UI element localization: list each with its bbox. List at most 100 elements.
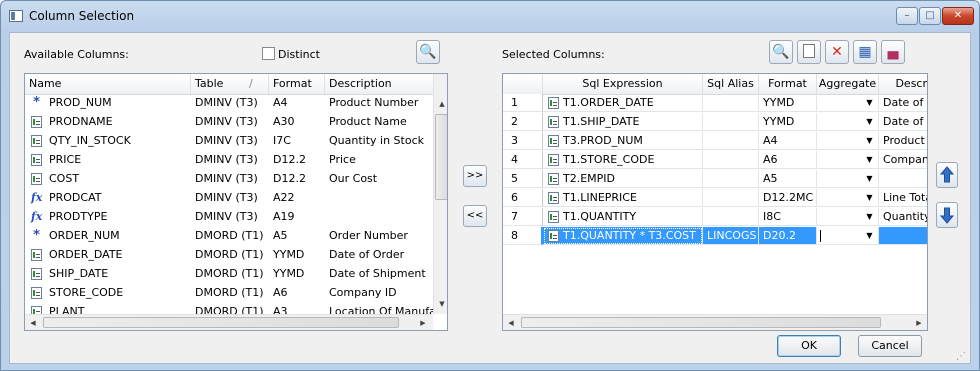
cell-description[interactable]: Date of Order [879,94,927,112]
cell-sql-expression[interactable]: T1.QUANTITY [543,208,703,226]
scroll-down-icon[interactable]: ▼ [434,296,447,312]
cell-sql-alias[interactable] [703,132,759,150]
grid-properties-button[interactable]: ▦ [853,40,877,64]
cell-aggregate[interactable]: ▼ [817,94,879,112]
cell-sql-alias[interactable] [703,113,759,131]
cell-format[interactable]: D20.2 [759,227,817,245]
col-header-name[interactable]: Name [25,74,191,94]
table-row[interactable]: * PROD_NUM DMINV (T3) A4 Product Number [25,94,433,112]
table-row[interactable]: PRODNAME DMINV (T3) A30 Product Name [25,113,433,131]
col-header-format[interactable]: Format [269,74,325,94]
col-header-sql-alias[interactable]: Sql Alias [703,74,759,94]
col-header-description[interactable]: Descr [879,74,927,94]
scroll-left-icon[interactable]: ◀ [503,315,519,330]
scroll-left-icon[interactable]: ◀ [25,315,41,330]
cell-sql-expression[interactable]: T1.ORDER_DATE [543,94,703,112]
scroll-up-icon[interactable]: ▲ [434,96,447,112]
dropdown-arrow-icon[interactable]: ▼ [863,96,876,110]
cell-description[interactable]: Quantity [879,208,927,226]
add-columns-button[interactable]: >> [463,165,487,187]
table-row[interactable]: ORDER_DATE DMORD (T1) YYMD Date of Order [25,246,433,264]
scroll-right-icon[interactable]: ▶ [415,315,431,330]
cell-sql-expression[interactable]: T1.LINEPRICE [543,189,703,207]
dropdown-arrow-icon[interactable]: ▼ [863,134,876,148]
dropdown-arrow-icon[interactable]: ▼ [863,210,876,224]
cell-sql-alias[interactable] [703,208,759,226]
cell-format[interactable]: A6 [759,151,817,169]
dropdown-arrow-icon[interactable]: ▼ [863,191,876,205]
maximize-button[interactable]: □ [919,7,941,25]
distinct-checkbox[interactable]: Distinct [262,47,320,61]
table-row[interactable]: fx PRODCAT DMINV (T3) A22 [25,189,433,207]
right-hscroll-thumb[interactable] [521,317,881,328]
cell-sql-alias[interactable] [703,170,759,188]
table-row[interactable]: 4 T1.STORE_CODE A6 ▼Company ID [503,151,927,169]
cell-description[interactable]: Company ID [879,151,927,169]
move-up-button[interactable] [936,162,958,188]
resize-grip-icon[interactable]: ⋰ [956,351,968,363]
close-button[interactable]: ✕ [942,7,974,25]
dropdown-arrow-icon[interactable]: ▼ [863,229,876,243]
title-bar[interactable]: Column Selection – □ ✕ [1,1,979,31]
minimize-button[interactable]: – [896,7,918,25]
cell-sql-expression[interactable]: T1.QUANTITY * T3.COST [543,227,703,245]
cell-aggregate[interactable]: ▼ [817,189,879,207]
table-row[interactable]: COST DMINV (T3) D12.2 Our Cost [25,170,433,188]
table-row[interactable]: 1 T1.ORDER_DATE YYMD ▼Date of Order [503,94,927,112]
chart-button[interactable]: ▄ [881,40,905,64]
cell-sql-alias[interactable]: LINCOGS [703,227,759,245]
dropdown-arrow-icon[interactable]: ▼ [863,115,876,129]
table-row[interactable]: PRICE DMINV (T3) D12.2 Price [25,151,433,169]
ok-button[interactable]: OK [777,335,841,357]
cell-format[interactable]: YYMD [759,113,817,131]
cell-format[interactable]: A4 [759,132,817,150]
col-header-format[interactable]: Format [759,74,817,94]
cell-description[interactable]: Date of Shipment [879,113,927,131]
find-button-right[interactable]: 🔍 [769,40,793,64]
table-row[interactable]: * ORDER_NUM DMORD (T1) A5 Order Number [25,227,433,245]
col-header-description[interactable]: Description [325,74,433,94]
cell-sql-alias[interactable] [703,189,759,207]
cell-sql-alias[interactable] [703,151,759,169]
table-row[interactable]: QTY_IN_STOCK DMINV (T3) I7C Quantity in Sto… [25,132,433,150]
table-row[interactable]: 6 T1.LINEPRICE D12.2MC ▼Line Total [503,189,927,207]
cell-sql-expression[interactable]: T1.SHIP_DATE [543,113,703,131]
left-hscroll-thumb[interactable] [43,317,399,328]
dropdown-arrow-icon[interactable]: ▼ [863,153,876,167]
cell-aggregate[interactable]: ▼ [817,151,879,169]
dropdown-arrow-icon[interactable]: ▼ [863,172,876,186]
col-header-aggregate[interactable]: Aggregate [817,74,879,94]
selected-table-row[interactable]: 8 T1.QUANTITY * T3.COST LINCOGS D20.2 ▼ [503,227,927,245]
table-row[interactable]: 7 T1.QUANTITY I8C ▼ Quantity [503,208,927,226]
table-row[interactable]: 5 T2.EMPID A5 ▼ [503,170,927,188]
cell-description[interactable]: Product Number [879,132,927,150]
cell-sql-alias[interactable] [703,94,759,112]
table-row[interactable]: fx PRODTYPE DMINV (T3) A19 [25,208,433,226]
move-down-button[interactable] [936,202,958,228]
col-header-sql-expression[interactable]: Sql Expression [543,74,703,94]
cell-aggregate[interactable]: ▼ [817,170,879,188]
cell-format[interactable]: YYMD [759,94,817,112]
left-vertical-scrollbar[interactable]: ▲ ▼ [433,74,447,314]
left-horizontal-scrollbar[interactable]: ◀ ▶ [25,314,433,330]
cell-format[interactable]: D12.2MC [759,189,817,207]
cell-sql-expression[interactable]: T1.STORE_CODE [543,151,703,169]
cell-aggregate[interactable]: ▼ [817,208,879,226]
cell-format[interactable]: A5 [759,170,817,188]
table-row[interactable]: 2 T1.SHIP_DATE YYMD ▼Date of Shipment [503,113,927,131]
table-row[interactable]: STORE_CODE DMORD (T1) A6 Company ID [25,284,433,302]
left-vscroll-thumb[interactable] [435,114,447,200]
remove-columns-button[interactable]: << [463,205,487,227]
find-button-left[interactable]: 🔍 [416,40,440,64]
new-expression-button[interactable] [797,40,821,64]
cell-description[interactable]: Line Total [879,189,927,207]
cell-aggregate[interactable]: ▼ [817,132,879,150]
cell-sql-expression[interactable]: T2.EMPID [543,170,703,188]
table-row[interactable]: SHIP_DATE DMORD (T1) YYMD Date of Shipment [25,265,433,283]
right-horizontal-scrollbar[interactable]: ◀ ▶ [503,314,927,330]
cell-format[interactable]: I8C [759,208,817,226]
delete-button[interactable]: ✕ [825,40,849,64]
cell-description[interactable] [879,227,927,245]
cell-description[interactable] [879,170,927,188]
table-row[interactable]: 3 T3.PROD_NUM A4 ▼Product Number [503,132,927,150]
